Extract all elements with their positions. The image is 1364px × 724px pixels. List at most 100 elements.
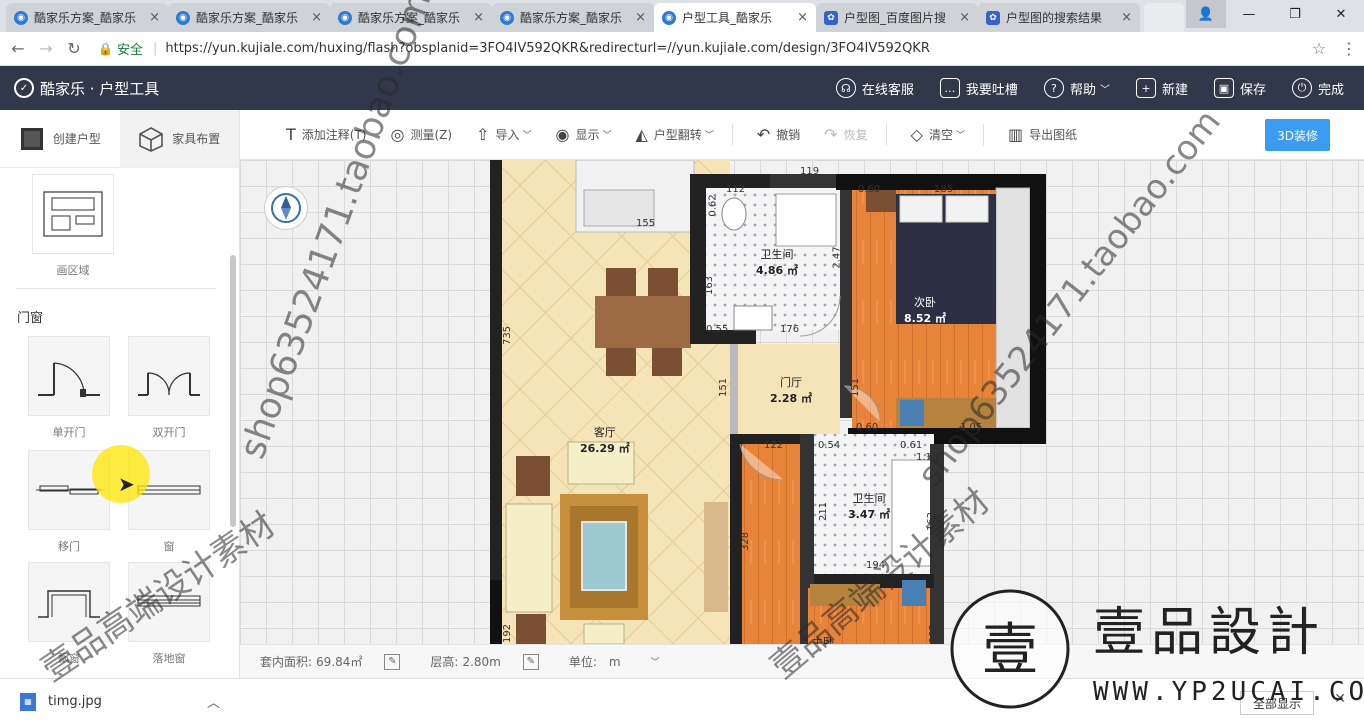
export-icon: ▥	[1008, 125, 1024, 144]
browser-tab[interactable]: ◉ 酷家乐方案_酷家乐 ×	[330, 3, 492, 32]
close-icon[interactable]: ×	[149, 10, 160, 25]
single-door-item[interactable]: 单开门	[28, 336, 110, 440]
left-panel-scrollbar[interactable]	[230, 255, 236, 527]
browser-menu-icon[interactable]: ⋮	[1334, 39, 1364, 58]
bay-window-item[interactable]: 飘窗	[28, 562, 110, 666]
close-icon[interactable]: ×	[311, 10, 322, 25]
app-header: ✓ 酷家乐 · 户型工具 ☊ 在线客服 … 我要吐槽 ? 帮助 ﹀ + 新建 ▣ 保存 ⏻ 完…	[0, 66, 1364, 110]
close-icon[interactable]: ×	[959, 10, 970, 25]
kujiale-icon: ◉	[338, 10, 352, 25]
dimension-label: 0.60	[856, 422, 879, 433]
dimension-label: 328	[740, 531, 752, 552]
feedback-button[interactable]: … 我要吐槽	[939, 78, 1018, 98]
double-door-icon	[128, 336, 210, 416]
undo-button[interactable]: ↶ 撤销	[757, 125, 800, 144]
room-label[interactable]: 门厅 2.28 ㎡	[770, 374, 812, 406]
finish-button[interactable]: ⏻ 完成	[1291, 78, 1344, 98]
online-service-button[interactable]: ☊ 在线客服	[835, 78, 914, 98]
clear-button[interactable]: ◇ 清空 ﹀	[911, 125, 965, 144]
chevron-down-icon: ﹀	[522, 131, 532, 141]
draw-area-item[interactable]: 画区域	[32, 174, 114, 278]
double-door-item[interactable]: 双开门	[128, 336, 210, 440]
measure-button[interactable]: ◎ 测量(Z)	[390, 125, 452, 144]
display-button[interactable]: ◉ 显示 ﹀	[555, 125, 611, 144]
chevron-down-icon: ﹀	[956, 131, 966, 141]
baidu-paw-icon: ✿	[986, 10, 1000, 25]
kujiale-logo-icon: ✓	[14, 78, 34, 98]
close-icon[interactable]: ×	[635, 10, 646, 25]
dimension-label: 163	[704, 275, 716, 296]
close-icon[interactable]: ×	[473, 10, 484, 25]
tab-create-floorplan[interactable]: 创建户型	[0, 110, 120, 167]
headset-icon: ☊	[835, 78, 856, 98]
kujiale-icon: ◉	[662, 10, 676, 25]
window-close-icon[interactable]: ✕	[1318, 0, 1364, 28]
dimension-label: 151	[718, 377, 730, 398]
show-all-downloads-button[interactable]: 全部显示	[1239, 691, 1314, 715]
floor-window-item[interactable]: 落地窗	[128, 562, 210, 666]
import-button[interactable]: ⇧ 导入 ﹀	[476, 125, 531, 144]
room-label[interactable]: 客厅 26.29 ㎡	[580, 424, 630, 456]
room-label[interactable]: 卫生间 4.86 ㎡	[756, 246, 798, 278]
minimize-icon[interactable]: —	[1226, 0, 1272, 28]
chevron-down-icon: ﹀	[602, 131, 612, 141]
browser-tab[interactable]: ✿ 户型图的搜索结果 ×	[978, 3, 1140, 32]
save-button[interactable]: ▣ 保存	[1213, 78, 1266, 98]
left-panel: 创建户型 家具布置 画区域 门窗 单开门 双开门 移门 窗 飘窗 落地窗	[0, 110, 240, 678]
section-title-doors-windows: 门窗	[17, 311, 44, 326]
kujiale-icon: ◉	[176, 10, 190, 25]
dimension-label: 0.60	[858, 184, 881, 195]
close-icon[interactable]: ×	[797, 10, 808, 25]
url-field[interactable]: 🔒 安全 | https://yun.kujiale.com/huxing/fl…	[98, 36, 1304, 62]
room-label[interactable]: 卫生间 3.47 ㎡	[848, 490, 890, 522]
tab-furniture[interactable]: 家具布置	[119, 110, 239, 167]
redo-button[interactable]: ↷ 恢复	[824, 125, 867, 144]
toolbar-separator	[983, 123, 985, 146]
forward-icon[interactable]: →	[32, 39, 60, 58]
restore-icon[interactable]: ❐	[1272, 0, 1318, 28]
back-icon[interactable]: ←	[4, 39, 32, 58]
room-label[interactable]: 次卧 8.52 ㎡	[904, 294, 946, 326]
undo-icon: ↶	[756, 125, 771, 144]
floorplan-canvas[interactable]: 卫生间 4.86 ㎡ 次卧 8.52 ㎡ 门厅 2.28 ㎡ 客厅 26.29 ㎡ 卫生…	[240, 160, 1364, 644]
bookmark-star-icon[interactable]: ☆	[1304, 39, 1334, 58]
reload-icon[interactable]: ↻	[60, 39, 88, 58]
browser-tab-active[interactable]: ◉ 户型工具_酷家乐 ×	[654, 3, 816, 32]
power-icon: ⏻	[1291, 78, 1312, 98]
chevron-up-icon[interactable]: ︿	[207, 692, 220, 711]
3d-decorate-button[interactable]: 3D装修	[1265, 119, 1330, 151]
import-icon: ⇧	[476, 125, 490, 144]
status-bar: 套内面积: 69.84㎡ ✎ 层高: 2.80m ✎ 单位: m ﹀	[240, 644, 1364, 678]
eye-icon: ◉	[555, 125, 570, 144]
export-button[interactable]: ▥ 导出图纸	[1008, 125, 1077, 144]
image-file-icon: ▦	[20, 692, 36, 711]
dimension-label: 112	[726, 184, 746, 195]
browser-tab[interactable]: ◉ 酷家乐方案_酷家乐 ×	[6, 3, 168, 32]
dimension-label: 176	[780, 324, 800, 335]
dimension-label: 735	[502, 325, 514, 346]
browser-tab[interactable]: ◉ 酷家乐方案_酷家乐 ×	[492, 3, 654, 32]
flip-button[interactable]: ◭ 户型翻转 ﹀	[635, 125, 713, 144]
user-icon[interactable]: 👤	[1186, 0, 1226, 28]
browser-tab[interactable]: ◉ 酷家乐方案_酷家乐 ×	[168, 3, 330, 32]
unit-select[interactable]: 单位: m ﹀	[569, 653, 660, 670]
close-icon[interactable]: ✕	[1334, 691, 1346, 707]
add-note-button[interactable]: T 添加注释(T)	[286, 125, 366, 144]
dimension-label: 192	[928, 623, 940, 644]
app-logo[interactable]: ✓ 酷家乐 · 户型工具	[14, 78, 159, 99]
dimension-label: 192	[502, 623, 514, 644]
new-tab-button[interactable]	[1144, 3, 1184, 32]
help-button[interactable]: ? 帮助 ﹀	[1043, 78, 1110, 98]
edit-area-icon[interactable]: ✎	[384, 653, 401, 670]
download-item[interactable]: ▦ timg.jpg ︿	[20, 692, 220, 711]
edit-height-icon[interactable]: ✎	[522, 653, 539, 670]
browser-tab[interactable]: ✿ 户型图_百度图片搜 ×	[816, 3, 978, 32]
save-icon: ▣	[1213, 78, 1234, 98]
close-icon[interactable]: ×	[1121, 10, 1132, 25]
kujiale-icon: ◉	[14, 10, 28, 25]
room-label[interactable]: 主卧	[812, 634, 834, 644]
dimension-label: 0.61	[900, 440, 923, 451]
dimension-label: 185	[934, 184, 954, 195]
dimension-label: 119	[800, 166, 820, 177]
new-button[interactable]: + 新建	[1135, 78, 1188, 98]
